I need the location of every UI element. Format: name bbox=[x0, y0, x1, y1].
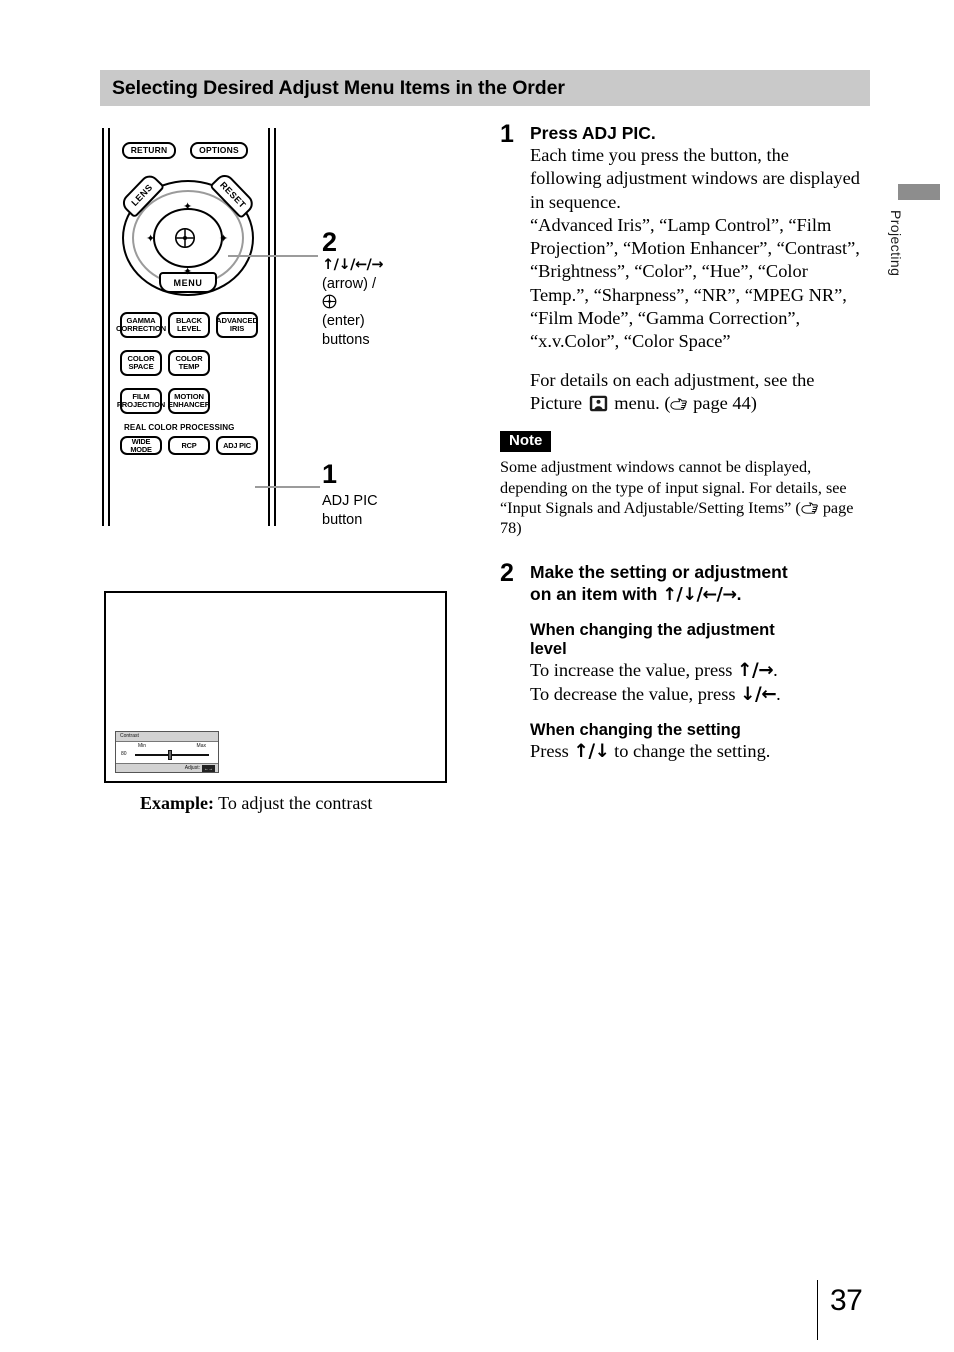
remote-button-adj-pic[interactable]: ADJ PIC bbox=[216, 436, 258, 455]
step-2-increase-line: To increase the value, press ↑/→. bbox=[530, 660, 778, 682]
remote-button-gamma-correction[interactable]: GAMMA CORRECTION bbox=[116, 312, 166, 338]
step-2-number: 2 bbox=[500, 558, 514, 587]
example-caption-label: Example: bbox=[140, 793, 214, 813]
rcp-section-label: REAL COLOR PROCESSING bbox=[124, 423, 235, 432]
footer-divider bbox=[817, 1280, 818, 1340]
page-number: 37 bbox=[830, 1284, 863, 1317]
osd-slider-area: Min Max 80 bbox=[116, 742, 218, 763]
dpad-right-arrow-icon: ✦ bbox=[219, 232, 229, 245]
side-tab-label: Projecting bbox=[888, 210, 904, 277]
note-text: Some adjustment windows cannot be displa… bbox=[500, 458, 854, 538]
remote-edge-left-inner bbox=[108, 128, 110, 526]
step-2-decrease-line: To decrease the value, press ↓/←. bbox=[530, 683, 781, 705]
note-badge: Note bbox=[500, 431, 552, 453]
remote-control-illustration: RETURN OPTIONS LENS RESET MENU ✦ ✦ ✦ ✦ G… bbox=[100, 128, 390, 528]
remote-button-black-level[interactable]: BLACK LEVEL bbox=[168, 312, 210, 338]
callout-2-number: 2 bbox=[322, 227, 338, 257]
callout-1-number: 1 bbox=[322, 459, 338, 489]
remote-edge-right-outer bbox=[274, 128, 276, 526]
remote-button-film-projection[interactable]: FILM PROJECTION bbox=[117, 388, 165, 414]
step-1-title: Press ADJ PIC. bbox=[530, 123, 656, 143]
remote-edge-right-inner bbox=[268, 128, 270, 526]
dpad-up-arrow-icon: ✦ bbox=[183, 200, 193, 213]
step-1-paragraph-1: Each time you press the button, the foll… bbox=[530, 145, 860, 212]
step-2-subhead-2: When changing the setting bbox=[530, 720, 741, 739]
step-1-paragraph-2: “Advanced Iris”, “Lamp Control”, “Film P… bbox=[530, 214, 860, 352]
osd-slider-track[interactable] bbox=[135, 754, 209, 756]
page-title: Selecting Desired Adjust Menu Items in t… bbox=[112, 76, 565, 99]
side-tab-marker bbox=[898, 184, 940, 200]
pointing-hand-icon bbox=[670, 398, 688, 410]
osd-footer-keys-icon: ←→ bbox=[202, 764, 215, 772]
remote-button-motion-enhancer[interactable]: MOTION ENHANCER bbox=[168, 388, 210, 414]
step-2: 2 Make the setting or adjustment on an it… bbox=[500, 558, 862, 764]
step-1-body: Each time you press the button, the foll… bbox=[530, 144, 862, 415]
callout-1-line1: ADJ PIC bbox=[322, 493, 378, 510]
enter-crosshair-icon-inline bbox=[322, 295, 337, 309]
remote-button-advanced-iris[interactable]: ADVANCED IRIS bbox=[216, 312, 258, 338]
callout-2-arrows: ↑/↓/←/→ bbox=[322, 257, 384, 274]
remote-dpad-cluster: LENS RESET MENU ✦ ✦ ✦ ✦ bbox=[112, 170, 264, 298]
remote-body: RETURN OPTIONS LENS RESET MENU ✦ ✦ ✦ ✦ G… bbox=[100, 128, 278, 526]
step-1-number: 1 bbox=[500, 120, 514, 148]
example-caption-text: To adjust the contrast bbox=[214, 793, 373, 813]
osd-title: Contrast bbox=[116, 732, 218, 742]
osd-footer-label: Adjust: bbox=[184, 765, 200, 771]
osd-slider-knob[interactable] bbox=[168, 750, 172, 760]
remote-button-color-space[interactable]: COLOR SPACE bbox=[120, 350, 162, 376]
contrast-osd-window: Contrast Min Max 80 Adjust: ←→ bbox=[115, 731, 219, 773]
remote-button-color-temp[interactable]: COLOR TEMP bbox=[168, 350, 210, 376]
remote-button-rcp[interactable]: RCP bbox=[168, 436, 210, 455]
remote-edge-left-outer bbox=[102, 128, 104, 526]
callout-2-line2: (arrow) / bbox=[322, 275, 390, 312]
step-1: 1 Press ADJ PIC. Each time you press the… bbox=[500, 122, 862, 415]
instructions-column: 1 Press ADJ PIC. Each time you press the… bbox=[500, 122, 862, 765]
step-1-details: For details on each adjustment, see the … bbox=[530, 369, 815, 413]
dpad-left-arrow-icon: ✦ bbox=[146, 232, 156, 245]
osd-footer: Adjust: ←→ bbox=[116, 763, 218, 772]
dpad-down-arrow-icon: ✦ bbox=[183, 265, 193, 278]
step-2-sub1-body: To increase the value, press ↑/→. To dec… bbox=[530, 659, 862, 706]
step-2-title: Make the setting or adjustment on an item… bbox=[530, 561, 788, 605]
picture-menu-icon bbox=[589, 395, 607, 412]
callout-1: 1 ADJ PIC button bbox=[322, 460, 378, 529]
callout-leader-line-2 bbox=[228, 255, 318, 257]
step-2-setting-line: Press ↑/↓ to change the setting. bbox=[530, 741, 771, 763]
enter-crosshair-icon[interactable] bbox=[174, 227, 196, 249]
example-caption: Example: To adjust the contrast bbox=[140, 793, 372, 814]
step-2-subhead-1: When changing the adjustment level bbox=[530, 620, 775, 659]
callout-2-line3: (enter) buttons bbox=[322, 312, 370, 348]
osd-max-label: Max bbox=[196, 743, 206, 749]
section-heading-bar: Selecting Desired Adjust Menu Items in t… bbox=[100, 70, 870, 106]
remote-button-options[interactable]: OPTIONS bbox=[190, 142, 248, 159]
step-2-title-arrows: ↑/↓/←/→ bbox=[662, 584, 737, 605]
callout-2: 2 ↑/↓/←/→ (arrow) / (enter) buttons bbox=[322, 228, 390, 349]
callout-1-line2: button bbox=[322, 511, 363, 528]
pointing-hand-icon bbox=[801, 502, 818, 514]
osd-min-label: Min bbox=[138, 743, 147, 749]
example-projection-screen: Contrast Min Max 80 Adjust: ←→ bbox=[104, 591, 447, 783]
remote-button-return[interactable]: RETURN bbox=[122, 142, 176, 159]
step-2-sub2-body: Press ↑/↓ to change the setting. bbox=[530, 740, 862, 763]
remote-button-wide-mode[interactable]: WIDE MODE bbox=[120, 436, 162, 455]
osd-value: 80 bbox=[121, 751, 127, 757]
note-section: Note Some adjustment windows cannot be d… bbox=[500, 431, 862, 539]
callout-leader-line-1 bbox=[255, 486, 320, 488]
